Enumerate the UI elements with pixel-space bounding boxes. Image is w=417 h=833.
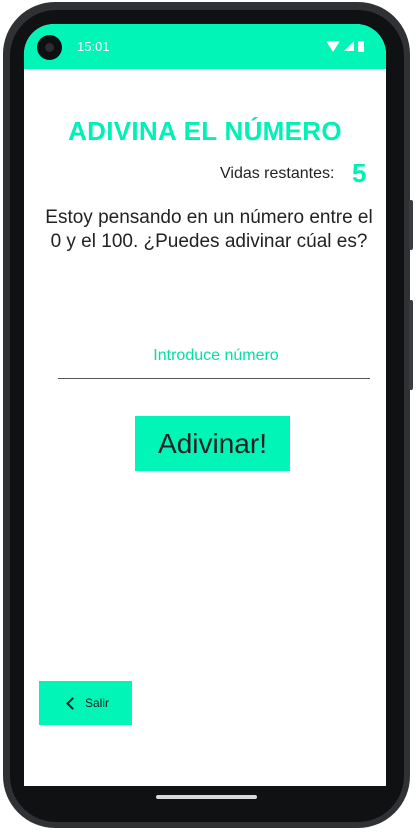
number-input-field: [58, 338, 374, 379]
number-input[interactable]: [58, 338, 374, 374]
status-bar: 15:01: [24, 24, 386, 69]
exit-button-label: Salir: [84, 696, 109, 710]
signal-icon: [344, 41, 354, 51]
home-indicator[interactable]: [156, 795, 257, 799]
game-prompt: Estoy pensando en un número entre el 0 y…: [45, 207, 373, 252]
status-icons: [326, 39, 364, 53]
page-title: ADIVINA EL NÚMERO: [68, 116, 342, 146]
exit-button[interactable]: Salir: [39, 681, 132, 725]
power-button: [409, 200, 413, 250]
lives-count: 5: [352, 158, 367, 188]
wifi-icon: [326, 40, 340, 52]
app-screen: 15:01 ADIVINA EL NÚMERO Vidas restantes:…: [24, 24, 386, 786]
status-time: 15:01: [77, 39, 110, 54]
chevron-left-icon: [66, 696, 79, 710]
camera-icon: [37, 35, 62, 60]
volume-button: [409, 300, 413, 390]
battery-icon: [358, 40, 364, 52]
phone-device: 15:01 ADIVINA EL NÚMERO Vidas restantes:…: [0, 0, 417, 833]
guess-button[interactable]: Adivinar!: [135, 416, 290, 471]
lives-label: Vidas restantes:: [220, 165, 335, 182]
